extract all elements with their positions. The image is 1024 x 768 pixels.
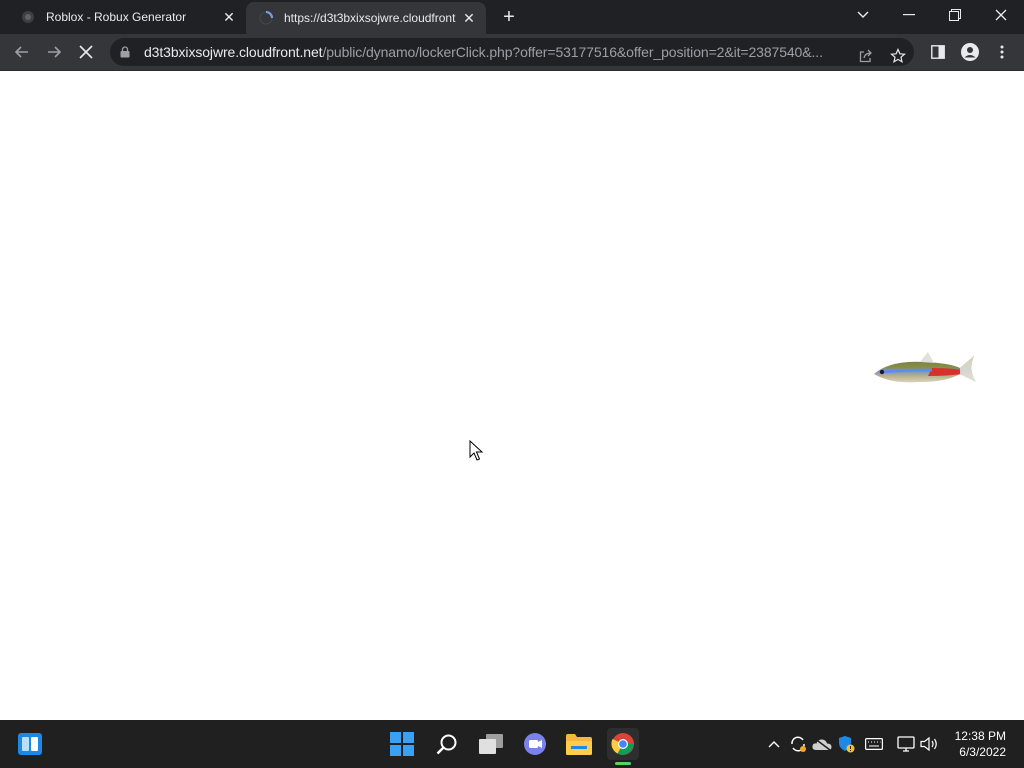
search-icon[interactable]	[431, 728, 463, 760]
menu-kebab-icon[interactable]	[988, 38, 1016, 66]
sync-icon[interactable]	[788, 734, 808, 754]
forward-icon[interactable]	[40, 38, 68, 66]
share-icon[interactable]	[852, 42, 880, 70]
clock-date: 6/3/2022	[959, 745, 1006, 759]
close-window-icon[interactable]	[978, 0, 1024, 30]
tab-cloudfront[interactable]: https://d3t3bxixsojwre.cloudfront ✕	[246, 2, 486, 34]
tab-title: Roblox - Robux Generator	[46, 10, 187, 24]
onedrive-icon[interactable]	[812, 734, 832, 754]
keyboard-icon[interactable]	[864, 734, 884, 754]
lock-icon[interactable]	[120, 46, 134, 58]
url-text[interactable]: d3t3bxixsojwre.cloudfront.net/public/dyn…	[144, 44, 850, 60]
side-panel-icon[interactable]	[924, 38, 952, 66]
bookmark-star-icon[interactable]	[884, 42, 912, 70]
start-icon[interactable]	[386, 728, 418, 760]
minimize-icon[interactable]	[886, 0, 932, 30]
browser-tab-strip: Roblox - Robux Generator ✕ https://d3t3b…	[0, 0, 1024, 34]
tab-roblox[interactable]: Roblox - Robux Generator ✕	[8, 0, 246, 34]
clock-time: 12:38 PM	[954, 729, 1006, 743]
url-host: d3t3bxixsojwre.cloudfront.net	[144, 44, 323, 60]
tab-search-icon[interactable]	[840, 0, 886, 30]
teams-chat-icon[interactable]	[519, 728, 551, 760]
url-path: /public/dynamo/lockerClick.php?offer=531…	[322, 44, 823, 60]
mouse-cursor-icon	[469, 440, 483, 461]
fish-image	[874, 352, 976, 383]
system-clock[interactable]: 12:38 PM 6/3/2022	[955, 728, 1006, 760]
new-tab-icon[interactable]: +	[498, 6, 520, 28]
volume-icon[interactable]	[920, 734, 940, 754]
roblox-icon	[20, 9, 36, 25]
windows-taskbar: 12:38 PM 6/3/2022	[0, 720, 1024, 768]
file-explorer-icon[interactable]	[563, 728, 595, 760]
close-tab-icon[interactable]: ✕	[460, 9, 478, 27]
profile-icon[interactable]	[956, 38, 984, 66]
tab-title: https://d3t3bxixsojwre.cloudfront	[284, 11, 456, 25]
defender-icon[interactable]	[836, 734, 856, 754]
loading-spinner-icon	[258, 10, 274, 26]
chevron-up-icon[interactable]	[764, 734, 784, 754]
network-icon[interactable]	[896, 734, 916, 754]
chrome-icon[interactable]	[607, 728, 639, 760]
page-content	[0, 71, 1024, 720]
back-icon[interactable]	[8, 38, 36, 66]
stop-loading-icon[interactable]	[72, 38, 100, 66]
address-bar[interactable]: d3t3bxixsojwre.cloudfront.net/public/dyn…	[110, 38, 914, 66]
task-view-icon[interactable]	[475, 728, 507, 760]
active-app-indicator	[615, 762, 631, 765]
widgets-icon[interactable]	[14, 728, 46, 760]
restore-icon[interactable]	[932, 0, 978, 30]
close-tab-icon[interactable]: ✕	[220, 8, 238, 26]
browser-toolbar: d3t3bxixsojwre.cloudfront.net/public/dyn…	[0, 34, 1024, 71]
